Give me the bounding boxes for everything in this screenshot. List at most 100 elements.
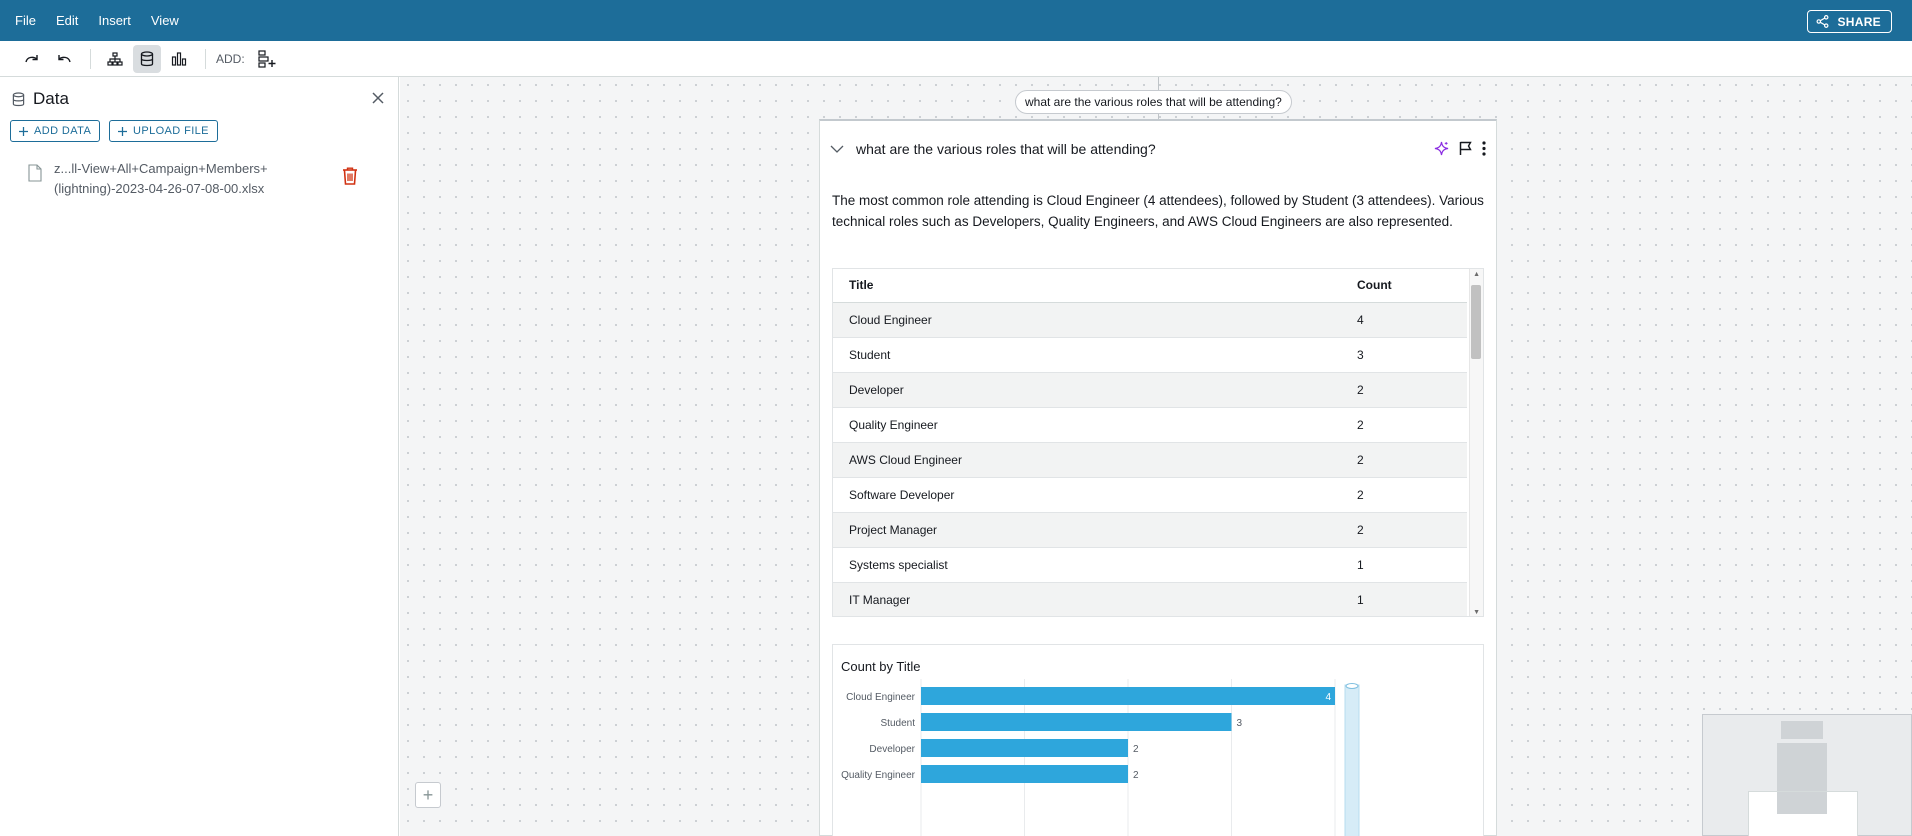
add-label: ADD:: [216, 51, 245, 66]
upload-file-button[interactable]: UPLOAD FILE: [109, 120, 218, 142]
visuals-button[interactable]: [165, 45, 193, 73]
database-icon: [12, 91, 25, 106]
share-button[interactable]: SHARE: [1807, 10, 1892, 33]
undo-button[interactable]: [50, 45, 78, 73]
delete-file-button[interactable]: [342, 167, 358, 190]
minimap-viewport[interactable]: [1748, 791, 1858, 836]
menu-insert[interactable]: Insert: [88, 0, 141, 41]
chart-bar[interactable]: [921, 687, 1335, 705]
chart-data-label: 2: [1133, 770, 1139, 781]
toolbar-divider: [205, 48, 206, 69]
chart-bar[interactable]: [921, 765, 1128, 783]
bar-chart-panel: Count by Title Cloud Engineer 4 Student 3 De…: [832, 644, 1484, 836]
toolbar: ADD:: [0, 41, 1912, 77]
close-icon: [372, 92, 384, 104]
bar-chart-icon: [171, 51, 187, 66]
table-row: Software Developer 2: [833, 477, 1467, 513]
file-name-line1: z...ll-View+All+Campaign+Members+: [54, 161, 268, 176]
add-node-button[interactable]: +: [415, 782, 441, 808]
cell-title: Cloud Engineer: [833, 302, 1341, 338]
cell-count: 1: [1341, 582, 1467, 616]
redo-button[interactable]: [18, 45, 46, 73]
scroll-down-icon[interactable]: ▼: [1473, 609, 1480, 616]
chart-category-label: Developer: [869, 744, 915, 755]
table-row: AWS Cloud Engineer 2: [833, 442, 1467, 478]
scroll-up-icon[interactable]: ▲: [1473, 271, 1480, 278]
sparkle-icon[interactable]: [1434, 141, 1449, 156]
file-name-line2: (lightning)-2023-04-26-07-08-00.xlsx: [54, 181, 265, 196]
cell-title: Quality Engineer: [833, 407, 1341, 443]
question-pill[interactable]: what are the various roles that will be …: [1015, 90, 1292, 114]
data-button[interactable]: [133, 44, 161, 73]
chart-category-label: Cloud Engineer: [846, 692, 916, 703]
menu-edit[interactable]: Edit: [46, 0, 88, 41]
close-panel-button[interactable]: [372, 91, 384, 109]
redo-icon: [25, 54, 38, 62]
answer-summary: The most common role attending is Cloud …: [832, 193, 1484, 229]
undo-icon: [58, 54, 71, 62]
table-row: Project Manager 2: [833, 512, 1467, 548]
column-header-count[interactable]: Count: [1341, 269, 1467, 303]
flag-icon[interactable]: [1459, 141, 1472, 156]
chart-bar[interactable]: [921, 713, 1232, 731]
trash-icon: [343, 167, 357, 185]
table-row: IT Manager 1: [833, 582, 1467, 616]
results-table: Title Count Cloud Engineer 4 Student 3 Dev…: [832, 268, 1484, 617]
hierarchy-button[interactable]: [101, 45, 129, 73]
table-scroll-thumb[interactable]: [1471, 285, 1481, 359]
cell-title: Project Manager: [833, 512, 1341, 548]
share-label: SHARE: [1837, 14, 1881, 29]
hierarchy-icon: [107, 51, 123, 66]
answer-card-title: what are the various roles that will be …: [856, 141, 1156, 157]
chart-data-label: 3: [1237, 718, 1243, 729]
cell-count: 2: [1341, 512, 1467, 548]
bar-chart: Cloud Engineer 4 Student 3 Developer 2 Quality…: [841, 679, 1360, 836]
table-row: Cloud Engineer 4: [833, 302, 1467, 338]
upload-file-label: UPLOAD FILE: [133, 125, 209, 137]
menu-bar: File Edit Insert View SHARE: [0, 0, 1912, 41]
add-data-label: ADD DATA: [34, 125, 92, 137]
cell-count: 2: [1341, 442, 1467, 478]
add-data-button[interactable]: ADD DATA: [10, 120, 101, 142]
more-options-icon[interactable]: [1482, 141, 1486, 156]
database-icon: [140, 50, 154, 66]
toolbar-divider: [90, 48, 91, 69]
menu-view[interactable]: View: [141, 0, 189, 41]
add-block-icon: [258, 49, 276, 68]
cell-title: Student: [833, 337, 1341, 373]
chart-scroll-range[interactable]: [1344, 684, 1360, 836]
plus-icon: [118, 126, 127, 136]
chart-category-label: Student: [881, 718, 916, 729]
cell-title: AWS Cloud Engineer: [833, 442, 1341, 478]
chart-scroll-handle[interactable]: [1345, 683, 1359, 689]
cell-title: Software Developer: [833, 477, 1341, 513]
chevron-down-icon[interactable]: [830, 145, 844, 153]
file-icon: [28, 164, 42, 182]
cell-title: Developer: [833, 372, 1341, 408]
table-row: Developer 2: [833, 372, 1467, 408]
table-row: Student 3: [833, 337, 1467, 373]
data-panel: Data ADD DATA UPLOAD FILE z...ll-View+Al…: [0, 77, 399, 836]
chart-bar[interactable]: [921, 739, 1128, 757]
add-block-button[interactable]: [253, 45, 281, 73]
dataset-file-name: z...ll-View+All+Campaign+Members+ (light…: [54, 159, 334, 199]
chart-category-label: Quality Engineer: [841, 770, 916, 781]
menu-file[interactable]: File: [0, 0, 46, 41]
table-row: Systems specialist 1: [833, 547, 1467, 583]
cell-count: 1: [1341, 547, 1467, 583]
answer-card-header: what are the various roles that will be …: [830, 141, 1156, 157]
share-icon: [1816, 15, 1829, 28]
minimap-node: [1777, 792, 1827, 814]
card-actions: [1434, 141, 1486, 156]
table-row: Quality Engineer 2: [833, 407, 1467, 443]
canvas: what are the various roles that will be …: [400, 77, 1912, 836]
minimap[interactable]: [1702, 714, 1912, 836]
cell-count: 4: [1341, 302, 1467, 338]
column-header-title[interactable]: Title: [833, 269, 1341, 303]
plus-icon: [19, 126, 28, 136]
chart-data-label: 4: [1325, 692, 1331, 703]
cell-count: 2: [1341, 372, 1467, 408]
table-scrollbar[interactable]: ▲ ▼: [1469, 269, 1483, 616]
cell-count: 3: [1341, 337, 1467, 373]
minimap-node: [1777, 743, 1827, 791]
